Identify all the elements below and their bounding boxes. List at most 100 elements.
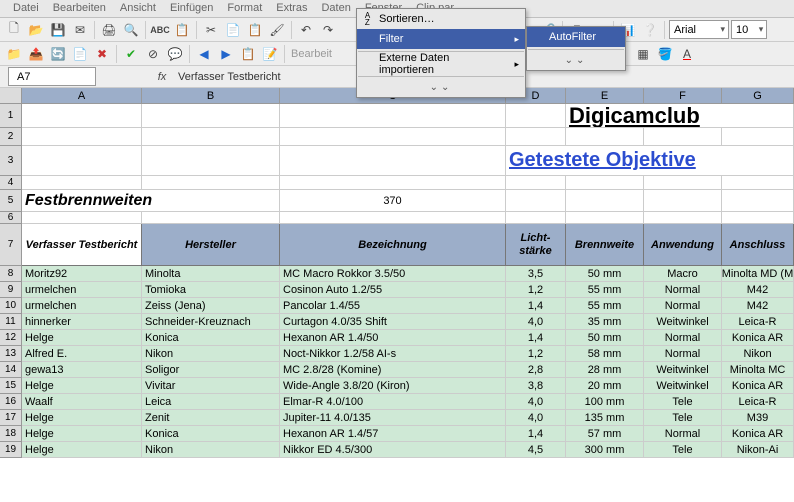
cell[interactable]: 370	[280, 190, 506, 212]
cell[interactable]: Nikon-Ai	[722, 442, 794, 458]
prev-icon[interactable]: ◀	[194, 44, 214, 64]
menu-daten[interactable]: Daten	[314, 0, 357, 17]
new-icon[interactable]: 🗋	[4, 20, 24, 40]
fx-icon[interactable]: fх	[152, 67, 172, 87]
border-icon[interactable]: ▦	[633, 44, 653, 64]
spellcheck-icon[interactable]: ABC	[150, 20, 170, 40]
menu-einfügen[interactable]: Einfügen	[163, 0, 220, 17]
cell[interactable]: 55 mm	[566, 298, 644, 314]
menu-expand-icon[interactable]: ⌄⌄	[357, 79, 525, 97]
cell[interactable]	[722, 190, 794, 212]
cell[interactable]: 2,8	[506, 362, 566, 378]
cell[interactable]	[22, 146, 142, 176]
col-A[interactable]: A	[22, 88, 142, 104]
link-getestete[interactable]: Getestete Objektive	[506, 146, 794, 176]
row-2[interactable]: 2	[0, 128, 22, 146]
menu-filter[interactable]: Filter	[357, 29, 525, 49]
copy-icon[interactable]: 📄	[223, 20, 243, 40]
submenu-expand-icon[interactable]: ⌄⌄	[527, 52, 625, 70]
menu-format[interactable]: Format	[220, 0, 269, 17]
cell[interactable]: 50 mm	[566, 266, 644, 282]
row-14[interactable]: 14	[0, 362, 22, 378]
cell[interactable]: Zenit	[142, 410, 280, 426]
cell[interactable]: Konica AR	[722, 378, 794, 394]
cell[interactable]: MC 2.8/28 (Komine)	[280, 362, 506, 378]
cell[interactable]: Nikon	[142, 346, 280, 362]
cell[interactable]	[506, 190, 566, 212]
open-icon[interactable]: 📂	[26, 20, 46, 40]
cut-icon[interactable]: ✂	[201, 20, 221, 40]
cell[interactable]	[280, 176, 506, 190]
close-icon[interactable]: ✖	[92, 44, 112, 64]
cell[interactable]: MC Macro Rokkor 3.5/50	[280, 266, 506, 282]
cell[interactable]: Macro	[644, 266, 722, 282]
cell[interactable]: M42	[722, 298, 794, 314]
cell[interactable]: 35 mm	[566, 314, 644, 330]
col-E[interactable]: E	[566, 88, 644, 104]
header-G[interactable]: Anschluss	[722, 224, 794, 266]
cell[interactable]: 4,0	[506, 410, 566, 426]
cell[interactable]: M39	[722, 410, 794, 426]
cell[interactable]: Konica	[142, 426, 280, 442]
cell[interactable]: 4,0	[506, 314, 566, 330]
menu-extras[interactable]: Extras	[269, 0, 314, 17]
cell[interactable]	[280, 128, 506, 146]
cell[interactable]: 28 mm	[566, 362, 644, 378]
font-name-select[interactable]: Arial	[669, 20, 729, 39]
cell[interactable]: 1,4	[506, 426, 566, 442]
row-10[interactable]: 10	[0, 298, 22, 314]
reject-icon[interactable]: ⊘	[143, 44, 163, 64]
cell[interactable]: 50 mm	[566, 330, 644, 346]
row-18[interactable]: 18	[0, 426, 22, 442]
snap-icon[interactable]: 🔄	[48, 44, 68, 64]
row-1[interactable]: 1	[0, 104, 22, 128]
cell[interactable]: urmelchen	[22, 298, 142, 314]
export-icon[interactable]: 📤	[26, 44, 46, 64]
cell[interactable]	[566, 212, 644, 224]
row-4[interactable]: 4	[0, 176, 22, 190]
cell[interactable]	[644, 128, 722, 146]
cell[interactable]	[644, 212, 722, 224]
cell[interactable]: Normal	[644, 426, 722, 442]
cell[interactable]: Leica-R	[722, 394, 794, 410]
cell[interactable]	[280, 104, 506, 128]
cell[interactable]: Normal	[644, 330, 722, 346]
cell[interactable]	[566, 190, 644, 212]
cell[interactable]: Helge	[22, 426, 142, 442]
menu-bearbeiten[interactable]: Bearbeiten	[46, 0, 113, 17]
cell[interactable]: Helge	[22, 378, 142, 394]
row-8[interactable]: 8	[0, 266, 22, 282]
cell[interactable]: Zeiss (Jena)	[142, 298, 280, 314]
row-17[interactable]: 17	[0, 410, 22, 426]
track-icon[interactable]: 📝	[260, 44, 280, 64]
mail-icon[interactable]: ✉	[70, 20, 90, 40]
header-B[interactable]: Hersteller	[142, 224, 280, 266]
cell[interactable]: Weitwinkel	[644, 362, 722, 378]
col-F[interactable]: F	[644, 88, 722, 104]
cell[interactable]: Nikon	[142, 442, 280, 458]
cell[interactable]: Hexanon AR 1.4/50	[280, 330, 506, 346]
cell[interactable]: Helge	[22, 410, 142, 426]
cell[interactable]	[142, 176, 280, 190]
cell[interactable]: 135 mm	[566, 410, 644, 426]
cell[interactable]: Tele	[644, 410, 722, 426]
header-F[interactable]: Anwendung	[644, 224, 722, 266]
accept-icon[interactable]: ✔	[121, 44, 141, 64]
cell[interactable]	[22, 212, 142, 224]
preview-icon[interactable]: 🔍	[121, 20, 141, 40]
cell[interactable]: Konica AR	[722, 426, 794, 442]
font-size-select[interactable]: 10	[731, 20, 767, 39]
menu-datei[interactable]: Datei	[6, 0, 46, 17]
cell[interactable]: Hexanon AR 1.4/57	[280, 426, 506, 442]
row-5[interactable]: 5	[0, 190, 22, 212]
cell[interactable]: Moritz92	[22, 266, 142, 282]
flag-icon[interactable]: 📋	[238, 44, 258, 64]
row-3[interactable]: 3	[0, 146, 22, 176]
cell[interactable]	[722, 128, 794, 146]
cell[interactable]	[722, 212, 794, 224]
cell[interactable]: Vivitar	[142, 378, 280, 394]
cell[interactable]: Normal	[644, 298, 722, 314]
cell[interactable]: 3,5	[506, 266, 566, 282]
cell[interactable]: Normal	[644, 346, 722, 362]
row-19[interactable]: 19	[0, 442, 22, 458]
